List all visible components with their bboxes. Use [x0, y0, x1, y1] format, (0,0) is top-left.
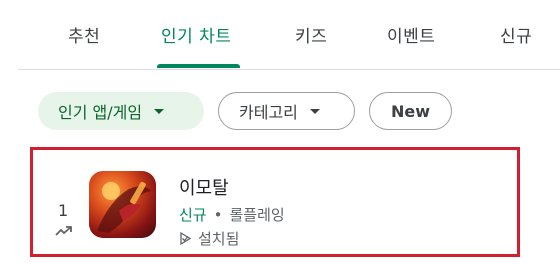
dropdown-caret-icon [309, 108, 320, 114]
installed-icon [180, 232, 192, 245]
category-label: 카테고리 [239, 103, 298, 122]
install-status-label: 설치됨 [198, 230, 240, 248]
tab-events[interactable]: 이벤트 [387, 22, 435, 47]
active-tab-indicator [157, 64, 240, 68]
new-filter-label: New [390, 101, 431, 121]
app-list-item[interactable]: 1 이모탈 신규 • 롤플레잉 설치됨 [30, 147, 520, 257]
tab-recommended[interactable]: 추천 [68, 22, 100, 47]
app-meta: 신규 • 롤플레잉 [179, 204, 285, 225]
new-badge: 신규 [179, 206, 207, 224]
trending-up-icon [55, 226, 72, 236]
tab-bar-divider [18, 69, 560, 70]
tab-new[interactable]: 신규 [500, 22, 532, 47]
meta-separator: • [213, 206, 223, 224]
tab-kids[interactable]: 키즈 [295, 22, 327, 47]
new-filter-chip[interactable]: New [369, 92, 452, 130]
install-status: 설치됨 [179, 228, 239, 249]
app-type-dropdown[interactable]: 인기 앱/게임 [38, 92, 204, 130]
app-icon[interactable] [89, 171, 156, 238]
top-tab-bar: 추천 인기 차트 키즈 이벤트 신규 [0, 0, 560, 72]
category-dropdown[interactable]: 카테고리 [218, 92, 355, 130]
app-title: 이모탈 [179, 178, 229, 199]
tab-top-charts[interactable]: 인기 차트 [161, 22, 231, 47]
app-type-label: 인기 앱/게임 [58, 103, 143, 122]
dropdown-caret-icon [154, 108, 165, 114]
app-genre: 롤플레잉 [229, 206, 285, 224]
rank-number: 1 [58, 201, 69, 220]
